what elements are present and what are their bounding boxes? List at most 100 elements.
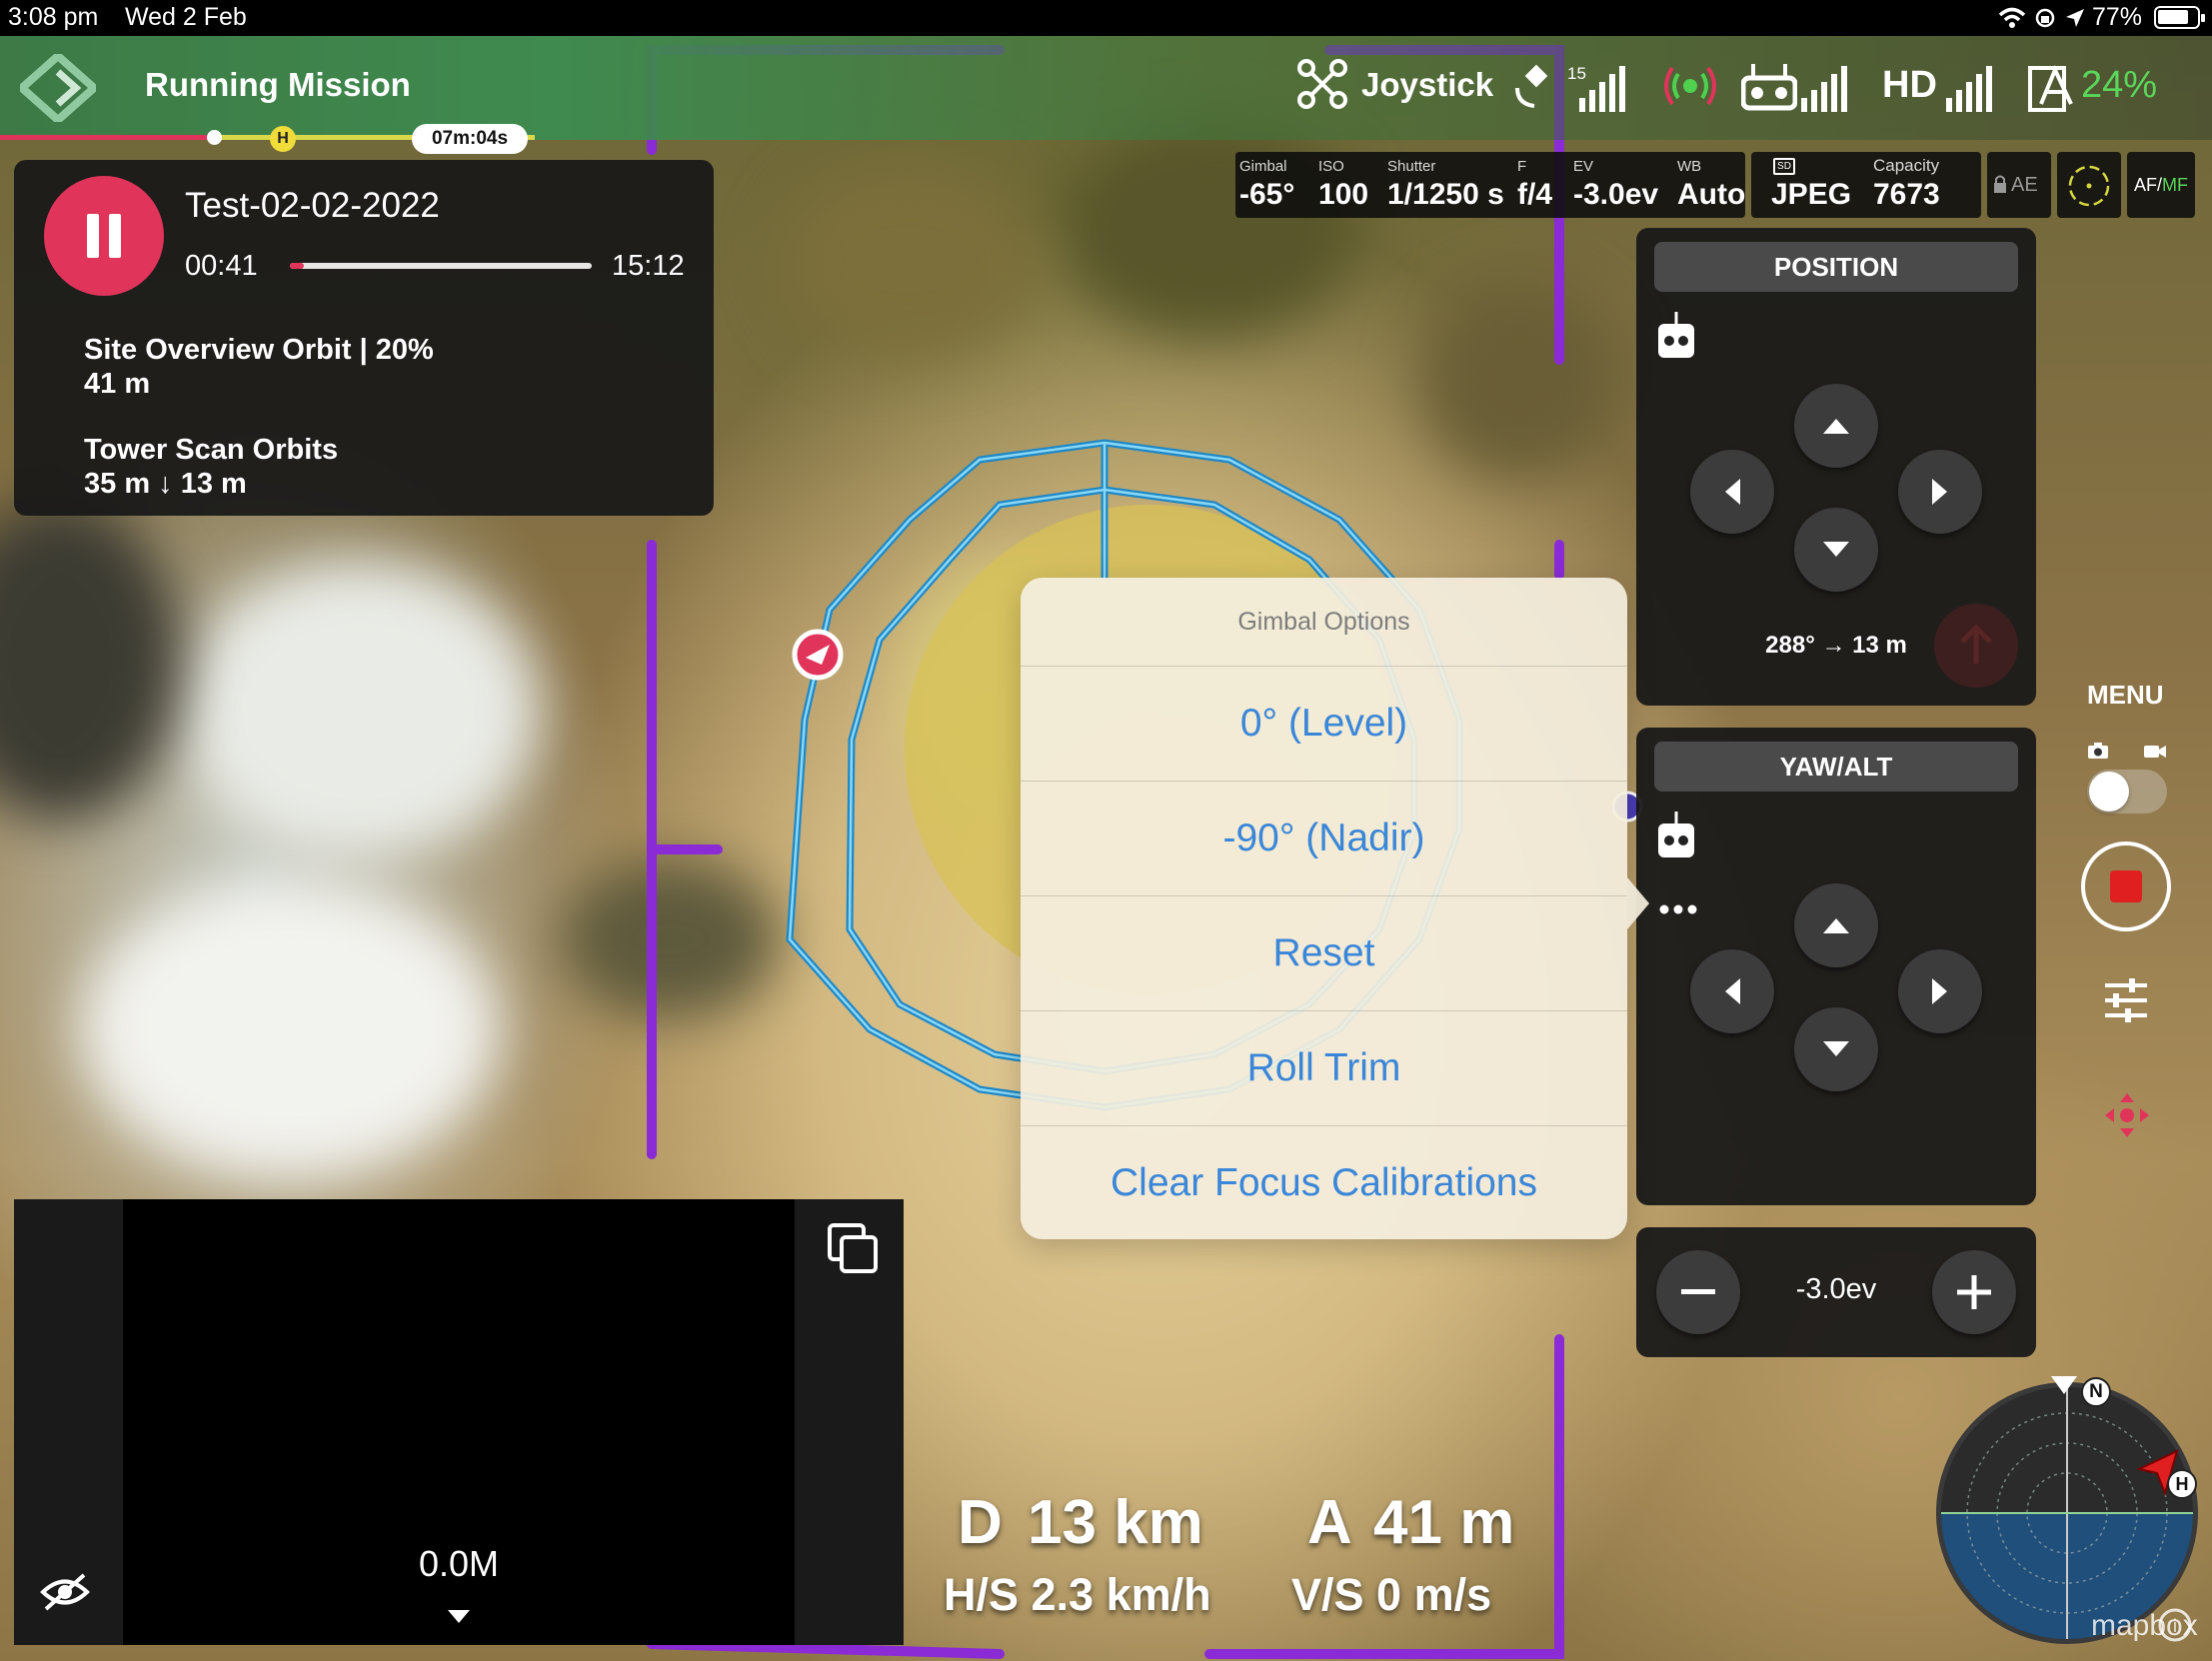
mission-top-bar: Running Mission H 07m:04s Joystick 15 HD xyxy=(0,36,2212,154)
wb-value: Auto xyxy=(1677,178,1746,211)
focus-target-button[interactable] xyxy=(2057,152,2121,218)
app-logo-icon[interactable] xyxy=(20,54,96,122)
drone-battery-icon xyxy=(2028,65,2073,112)
gimbal-options-popover: Gimbal Options 0° (Level) -90° (Nadir) R… xyxy=(1021,578,1649,1240)
gimbal-reset-option[interactable]: Reset xyxy=(1021,895,1627,1010)
video-camera-icon xyxy=(2144,746,2166,758)
move-back-button[interactable] xyxy=(1794,508,1878,592)
ae-lock-button[interactable]: AE xyxy=(1987,152,2051,218)
settings-sliders-icon[interactable] xyxy=(2103,977,2149,1023)
ev-control-panel: -3.0ev xyxy=(1636,1227,2036,1357)
flight-track-done xyxy=(0,135,215,140)
move-left-button[interactable] xyxy=(1690,450,1774,534)
yaw-right-button[interactable] xyxy=(1898,949,1982,1033)
gps-signal-icon xyxy=(1579,66,1625,112)
rc-signal-icon xyxy=(1801,66,1847,112)
triangle-down-icon[interactable] xyxy=(447,1609,471,1625)
popover-title: Gimbal Options xyxy=(1237,607,1410,636)
swap-view-icon[interactable] xyxy=(826,1221,882,1277)
hide-view-icon[interactable] xyxy=(40,1571,90,1613)
camera-settings-bar[interactable]: Gimbal -65° ISO 100 Shutter 1/1250 s F f… xyxy=(1235,152,1745,218)
pause-icon xyxy=(87,214,99,258)
distance-value: 13 km xyxy=(1028,1488,1203,1557)
mission-step-title: Site Overview Orbit | 20% xyxy=(84,334,434,366)
remote-controller-icon xyxy=(1658,812,1694,857)
mission-timer-badge: 07m:04s xyxy=(412,124,528,154)
position-panel: POSITION 288° → 13 m xyxy=(1636,228,2036,706)
arrow-up-icon xyxy=(1823,918,1849,933)
aperture-value: f/4 xyxy=(1517,178,1553,211)
camera-icon xyxy=(2088,743,2108,759)
clear-focus-calibrations-option[interactable]: Clear Focus Calibrations xyxy=(1021,1125,1627,1240)
arrow-down-icon xyxy=(1823,542,1849,557)
distance-label: D xyxy=(958,1488,1003,1557)
move-drone-icon[interactable] xyxy=(2103,1091,2151,1139)
af-label: AF xyxy=(2133,174,2157,195)
mission-elapsed: 00:41 xyxy=(185,250,258,282)
mission-step-title: Tower Scan Orbits xyxy=(84,434,339,466)
photo-format: JPEG xyxy=(1771,178,1852,211)
horizontal-speed: H/S 2.3 km/h xyxy=(944,1569,1211,1620)
drone-map-marker[interactable] xyxy=(792,629,844,681)
focus-target-icon xyxy=(2068,165,2110,207)
mf-label: MF xyxy=(2162,174,2189,195)
svg-text:i: i xyxy=(2173,1616,2177,1636)
arrow-left-icon xyxy=(1725,479,1740,505)
capacity-value: 7673 xyxy=(1873,178,1940,211)
shutter-label: Shutter xyxy=(1387,158,1436,175)
arrow-up-icon xyxy=(1823,419,1849,434)
north-marker: N xyxy=(2081,1377,2111,1407)
mini-map-distance: 0.0M xyxy=(418,1543,500,1584)
wifi-icon xyxy=(1998,7,2026,28)
heading-indicator-icon xyxy=(2051,1376,2077,1394)
mission-step-detail: 41 m xyxy=(84,368,151,400)
descend-button[interactable] xyxy=(1794,1007,1878,1091)
move-right-button[interactable] xyxy=(1898,450,1982,534)
more-options-icon[interactable] xyxy=(1658,903,1698,915)
capture-button[interactable] xyxy=(2081,841,2171,931)
rtk-signal-icon xyxy=(1664,66,1716,106)
radar-compass[interactable] xyxy=(1936,1382,2198,1644)
remote-controller-icon xyxy=(1741,64,1797,111)
vertical-speed: V/S 0 m/s xyxy=(1291,1569,1492,1620)
ios-status-bar: 3:08 pm Wed 2 Feb 77% xyxy=(0,0,2212,36)
home-marker: H xyxy=(2167,1469,2197,1499)
drone-battery-percent: 24% xyxy=(2081,64,2158,106)
arrow-up-icon xyxy=(1960,624,1992,664)
wb-label: WB xyxy=(1677,158,1702,175)
video-link-label: HD xyxy=(1882,64,1937,106)
go-to-position-button[interactable] xyxy=(1934,604,2018,688)
mission-status-title: Running Mission xyxy=(145,66,411,103)
control-mode-label[interactable]: Joystick xyxy=(1361,66,1493,104)
arrow-right-icon xyxy=(1932,978,1947,1004)
photo-video-toggle[interactable] xyxy=(2087,770,2167,814)
shutter-value: 1/1250 s xyxy=(1387,178,1504,211)
drone-icon xyxy=(1297,59,1347,109)
ascend-button[interactable] xyxy=(1794,883,1878,967)
mission-progress-fill xyxy=(290,263,304,269)
menu-button[interactable]: MENU xyxy=(2087,680,2164,711)
info-icon[interactable]: i xyxy=(2157,1607,2193,1643)
af-mf-toggle[interactable]: AF / MF xyxy=(2127,152,2195,218)
aperture-label: F xyxy=(1517,158,1527,175)
pause-mission-button[interactable] xyxy=(44,176,164,296)
mission-step-detail: 35 m ↓ 13 m xyxy=(84,468,247,500)
remote-controller-icon xyxy=(1658,312,1694,358)
home-progress-marker: H xyxy=(270,126,296,152)
date: Wed 2 Feb xyxy=(125,3,247,31)
mission-progress-bar xyxy=(290,263,592,269)
move-forward-button[interactable] xyxy=(1794,384,1878,468)
mission-name: Test-02-02-2022 xyxy=(185,186,440,225)
storage-bar[interactable]: SD JPEG Capacity 7673 xyxy=(1751,152,1981,218)
sd-card-icon: SD xyxy=(1773,158,1795,175)
ev-value: -3.0ev xyxy=(1573,178,1659,211)
plus-icon xyxy=(1957,1275,1991,1309)
battery-icon xyxy=(2154,6,2205,29)
yaw-left-button[interactable] xyxy=(1690,949,1774,1033)
gimbal-roll-trim-option[interactable]: Roll Trim xyxy=(1021,1010,1627,1125)
mini-map-panel[interactable]: 0.0M xyxy=(14,1199,904,1645)
ev-increase-button[interactable] xyxy=(1932,1250,2016,1334)
gimbal-level-option[interactable]: 0° (Level) xyxy=(1021,666,1627,781)
gimbal-nadir-option[interactable]: -90° (Nadir) xyxy=(1021,781,1627,895)
iso-value: 100 xyxy=(1318,178,1369,211)
